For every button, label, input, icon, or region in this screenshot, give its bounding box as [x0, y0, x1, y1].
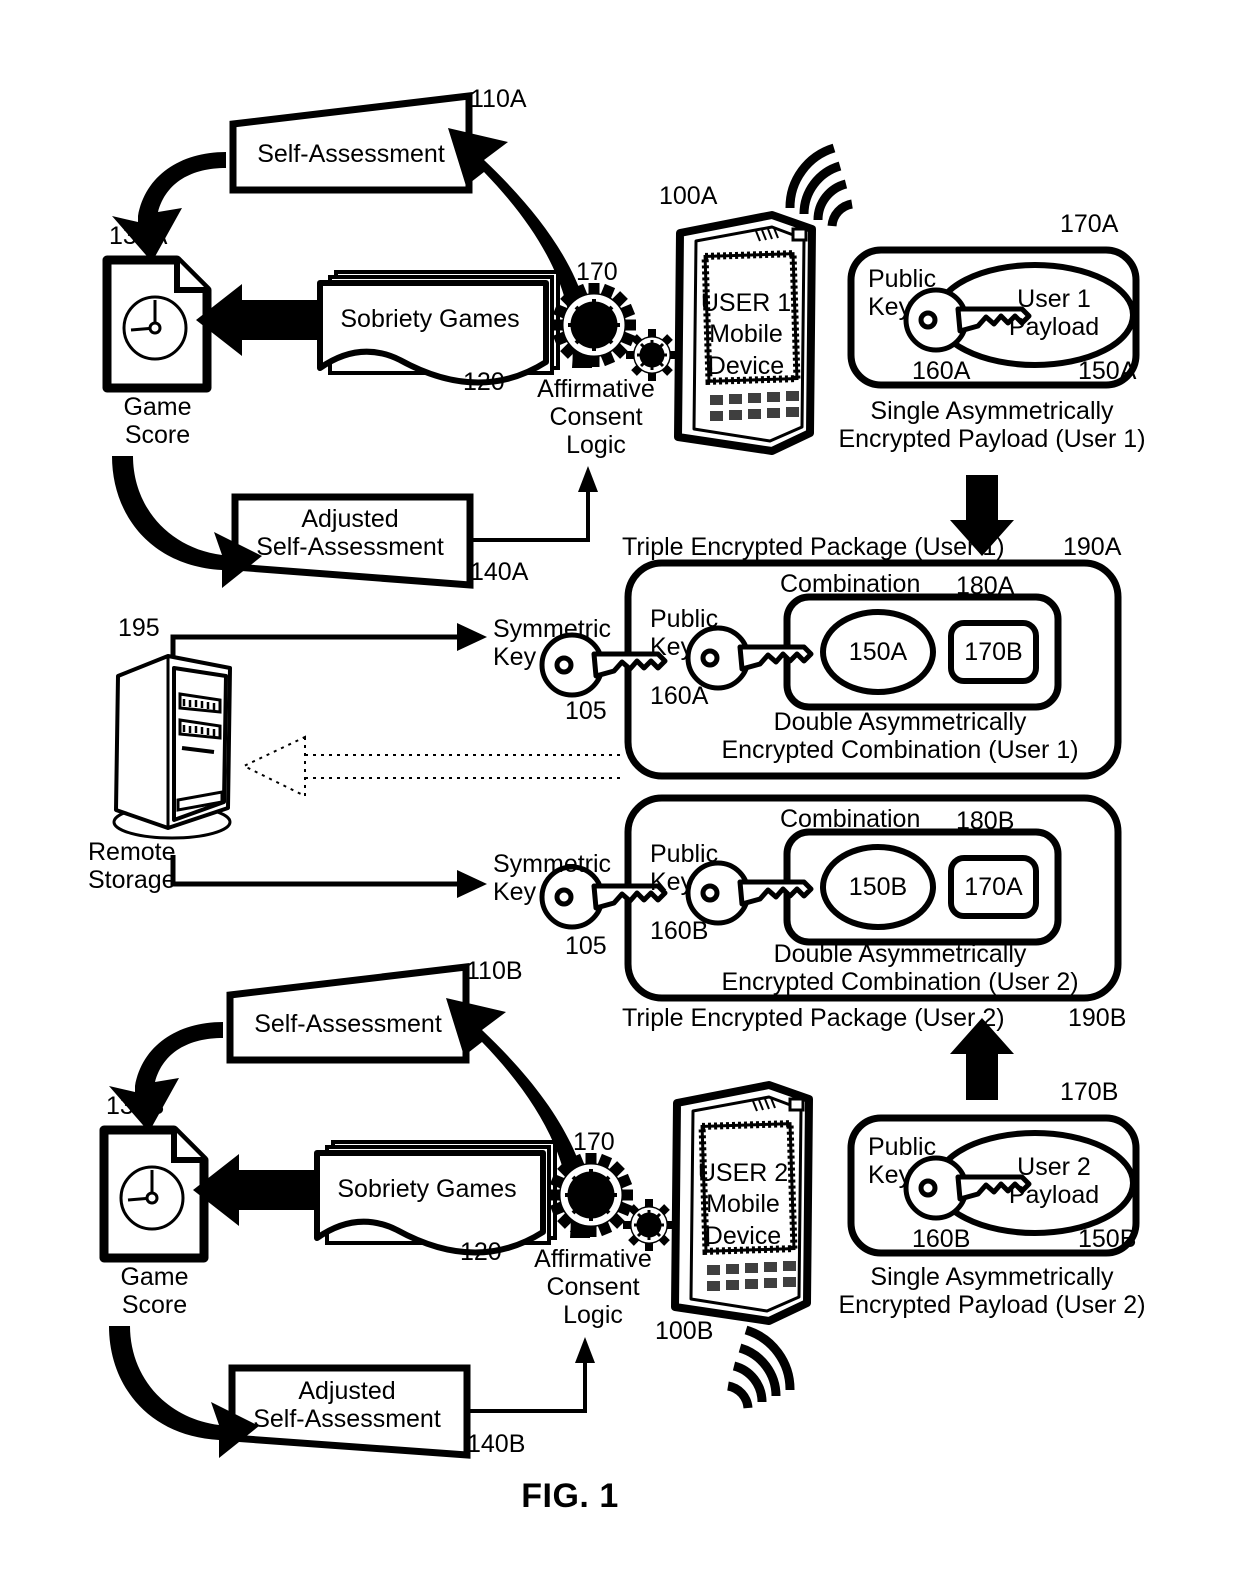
- user1-symmetric-key-label: Symmetric Key: [493, 615, 612, 671]
- user2-connector-adjusted-to-logic: [467, 1337, 595, 1413]
- user2-game-score-label: Game Score: [120, 1263, 189, 1319]
- user2-consent-logic-ref: 170: [573, 1128, 615, 1156]
- user1-sobriety-games-ref: 120: [463, 368, 505, 396]
- user2-package-public-key-label: Public Key: [650, 840, 719, 896]
- user1-symmetric-key-ref: 105: [565, 697, 607, 725]
- user2-combination-ref: 180B: [956, 807, 1015, 835]
- user2-combination-item-rect: 170A: [964, 873, 1023, 901]
- user2-game-score-ref: 130B: [106, 1092, 165, 1120]
- user1-game-score-label: Game Score: [123, 393, 192, 449]
- user1-sobriety-games-label: Sobriety Games: [340, 305, 520, 333]
- user2-consent-logic-label: Affirmative Consent Logic: [534, 1245, 652, 1329]
- user2-payload-ref: 150B: [1078, 1225, 1137, 1253]
- user1-arrow-games-to-score: [196, 284, 318, 356]
- user1-adjusted-assessment-label: Adjusted Self-Assessment: [256, 505, 444, 561]
- user2-symmetric-key-label: Symmetric Key: [493, 850, 612, 906]
- user1-consent-logic-ref: 170: [576, 258, 618, 286]
- dotted-arrows-to-storage: [241, 735, 620, 798]
- user2-gear-large-icon: [549, 1153, 633, 1237]
- user1-triple-package-ref: 190A: [1063, 533, 1122, 561]
- user1-combination-ref: 180A: [956, 572, 1015, 600]
- user1-self-assessment-ref: 110A: [470, 85, 527, 113]
- user1-payload-label: User 1 Payload: [1008, 285, 1100, 341]
- user1-payload-caption: Single Asymmetrically Encrypted Payload …: [838, 397, 1146, 453]
- user2-payload-box-ref: 170B: [1060, 1078, 1119, 1106]
- user2-triple-package-caption: Double Asymmetrically Encrypted Combinat…: [721, 940, 1079, 996]
- user1-triple-package-title: Triple Encrypted Package (User 1): [622, 533, 1005, 561]
- arrow-storage-to-symkey-1: [170, 623, 487, 661]
- user1-connector-adjusted-to-logic: [470, 466, 598, 542]
- user2-sobriety-games-ref: 120: [460, 1238, 502, 1266]
- user1-package-public-key-label: Public Key: [650, 605, 719, 661]
- user1-consent-logic-label: Affirmative Consent Logic: [537, 375, 655, 459]
- user1-mobile-device-label: USER 1 Mobile Device: [700, 289, 792, 380]
- user1-payload-public-key-ref: 160A: [912, 357, 971, 385]
- user2-wifi-icon: [728, 1330, 790, 1408]
- user2-mobile-device-label: USER 2 Mobile Device: [697, 1159, 789, 1250]
- user2-combination-label: Combination: [780, 805, 921, 833]
- user1-payload-box-ref: 170A: [1060, 210, 1119, 238]
- remote-storage-label: Remote Storage: [88, 838, 176, 894]
- user2-symmetric-key-ref: 105: [565, 932, 607, 960]
- figure-caption: FIG. 1: [521, 1477, 619, 1515]
- remote-storage-icon: [112, 654, 232, 840]
- user1-package-public-key-ref: 160A: [650, 682, 709, 710]
- user2-self-assessment-label: Self-Assessment: [254, 1010, 442, 1038]
- user1-payload-public-key-label: Public Key: [868, 265, 937, 321]
- user1-gear-large-icon: [552, 283, 636, 367]
- user2-game-score-icon: [104, 1130, 204, 1258]
- user1-combination-label: Combination: [780, 570, 921, 598]
- user1-game-score-icon: [107, 260, 207, 388]
- user2-triple-package-title: Triple Encrypted Package (User 2): [622, 1004, 1005, 1032]
- user1-game-score-ref: 130A: [109, 222, 168, 250]
- figure-vector-layer: [0, 92, 1140, 1459]
- user2-triple-package-ref: 190B: [1068, 1004, 1127, 1032]
- user2-payload-public-key-ref: 160B: [912, 1225, 971, 1253]
- user2-payload-caption: Single Asymmetrically Encrypted Payload …: [838, 1263, 1146, 1319]
- user2-payload-public-key-label: Public Key: [868, 1133, 937, 1189]
- user1-mobile-device-ref: 100A: [659, 182, 718, 210]
- user1-wifi-icon: [790, 148, 852, 226]
- remote-storage-ref: 195: [118, 614, 160, 642]
- user1-adjusted-assessment-ref: 140A: [470, 558, 529, 586]
- user2-adjusted-assessment-label: Adjusted Self-Assessment: [253, 1377, 441, 1433]
- user2-sobriety-games-label: Sobriety Games: [337, 1175, 517, 1203]
- user1-combination-item-rect: 170B: [964, 638, 1023, 666]
- user1-payload-ref: 150A: [1078, 357, 1137, 385]
- user2-mobile-device-ref: 100B: [655, 1317, 714, 1345]
- user2-self-assessment-ref: 110B: [466, 957, 523, 985]
- user2-adjusted-assessment-ref: 140B: [467, 1430, 526, 1458]
- patent-figure-1: Self-Assessment 110A 130A Game Score Sob…: [0, 0, 1240, 1585]
- user1-combination-item-oval: 150A: [848, 638, 908, 666]
- user2-payload-label: User 2 Payload: [1008, 1153, 1100, 1209]
- user1-self-assessment-label: Self-Assessment: [257, 140, 445, 168]
- arrow-storage-to-symkey-2: [170, 855, 487, 898]
- user2-combination-item-oval: 150B: [848, 873, 908, 901]
- user2-arrow-games-to-score: [193, 1154, 315, 1226]
- user1-triple-package-caption: Double Asymmetrically Encrypted Combinat…: [721, 708, 1079, 764]
